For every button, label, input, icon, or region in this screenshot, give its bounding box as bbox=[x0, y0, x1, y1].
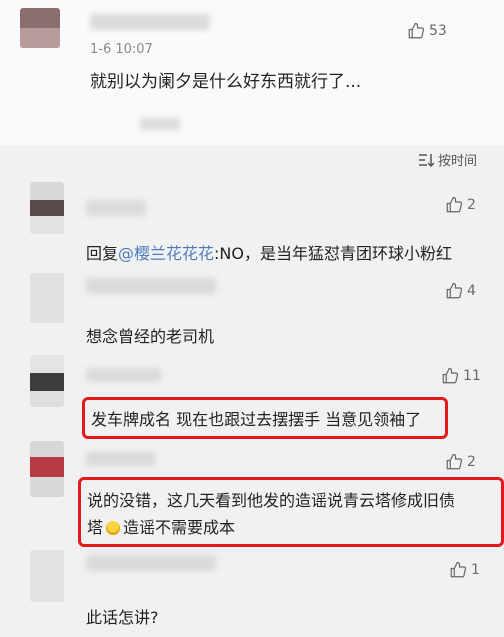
like-count: 2 bbox=[467, 454, 476, 470]
like-count: 2 bbox=[467, 197, 476, 213]
comment-time: 1-6 10:07 bbox=[90, 42, 153, 57]
like-count: 11 bbox=[463, 368, 481, 384]
like-count: 4 bbox=[467, 283, 476, 299]
sort-toggle[interactable]: 按时间 bbox=[418, 150, 477, 169]
comment-text: 就别以为阑夕是什么好东西就行了... bbox=[90, 72, 362, 92]
emoji-icon bbox=[106, 521, 121, 535]
like-button[interactable]: 53 bbox=[407, 22, 447, 40]
like-count: 1 bbox=[471, 562, 480, 578]
like-button[interactable]: 4 bbox=[445, 282, 476, 300]
reply-text: 回复@樱兰花花花:NO，是当年猛怼青团环球小粉红 bbox=[86, 240, 452, 264]
thumbs-up-icon bbox=[450, 561, 467, 578]
username-blurred[interactable] bbox=[86, 200, 146, 216]
reply-prefix: 回复 bbox=[86, 244, 119, 263]
username-blurred[interactable] bbox=[86, 555, 216, 571]
reply-text: 想念曾经的老司机 bbox=[86, 327, 215, 346]
reply-text-part: 塔 bbox=[87, 518, 104, 537]
username-blurred[interactable] bbox=[86, 368, 161, 382]
like-count: 53 bbox=[429, 23, 447, 39]
avatar[interactable] bbox=[30, 355, 64, 407]
sort-label: 按时间 bbox=[438, 154, 478, 169]
avatar[interactable] bbox=[20, 8, 60, 48]
thumbs-up-icon bbox=[446, 282, 463, 299]
reply-text-part: 造谣不需要成本 bbox=[123, 518, 236, 537]
username-blurred[interactable] bbox=[86, 278, 216, 294]
like-button[interactable]: 2 bbox=[445, 196, 476, 214]
avatar[interactable] bbox=[30, 273, 64, 323]
thumbs-up-icon bbox=[446, 196, 463, 213]
blurred-content bbox=[140, 118, 180, 130]
avatar[interactable] bbox=[30, 182, 64, 234]
thumbs-up-icon bbox=[408, 22, 425, 39]
like-button[interactable]: 11 bbox=[441, 367, 481, 385]
reply-text-line2: 塔造谣不需要成本 bbox=[87, 514, 235, 538]
reply-body: :NO，是当年猛怼青团环球小粉红 bbox=[214, 244, 452, 263]
like-button[interactable]: 2 bbox=[445, 453, 476, 471]
username-blurred[interactable] bbox=[86, 452, 156, 466]
avatar[interactable] bbox=[30, 550, 64, 602]
reply-text: 发车牌成名 现在也跟过去摆摆手 当意见领袖了 bbox=[91, 410, 422, 429]
username-blurred[interactable] bbox=[90, 14, 210, 30]
like-button[interactable]: 1 bbox=[449, 561, 480, 579]
user-mention-link[interactable]: @樱兰花花花 bbox=[118, 244, 214, 263]
thumbs-up-icon bbox=[446, 453, 463, 470]
reply-text: 此话怎讲? bbox=[86, 608, 159, 627]
thumbs-up-icon bbox=[442, 367, 459, 384]
avatar[interactable] bbox=[30, 441, 64, 497]
reply-text-line1: 说的没错，这几天看到他发的造谣说青云塔修成旧债 bbox=[87, 491, 456, 510]
sort-icon bbox=[419, 153, 434, 167]
replies-section bbox=[0, 145, 504, 637]
